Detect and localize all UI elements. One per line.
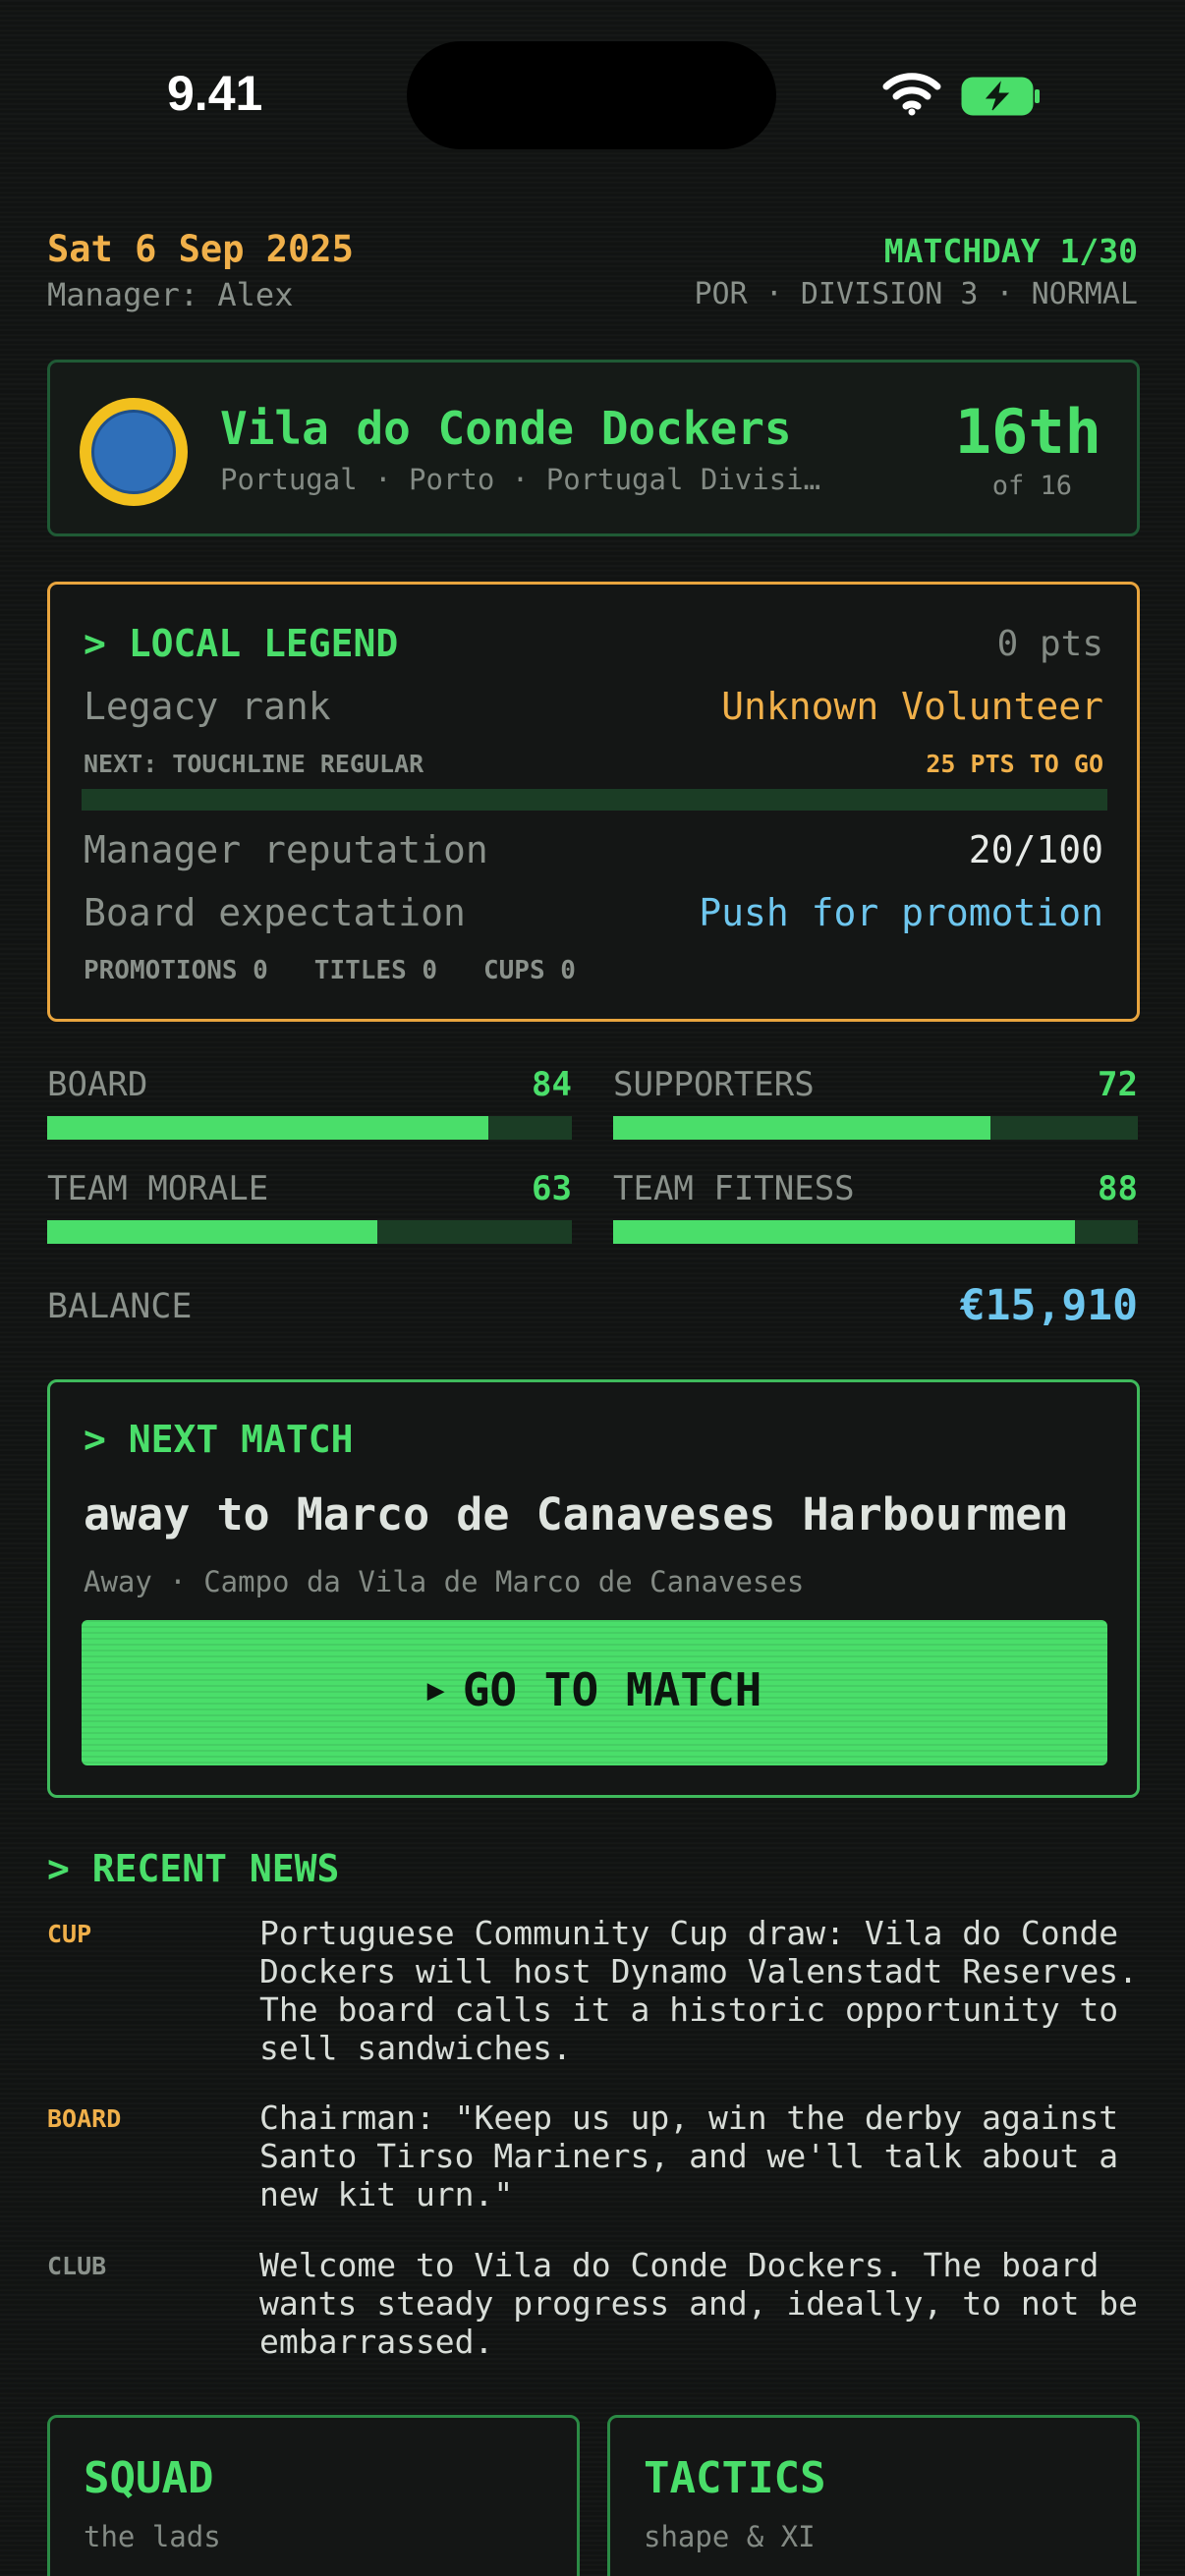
stat-value: 72 [1098,1065,1138,1104]
club-location: Portugal · Porto · Portugal Divisi… [220,463,821,496]
balance-label: BALANCE [47,1287,193,1326]
legend-points: 0 pts [996,624,1103,664]
stat-label: TEAM FITNESS [613,1169,855,1208]
manager-name: Manager: Alex [47,276,294,313]
stat-bar [613,1116,1138,1140]
stat-bar [47,1220,572,1244]
stat-value: 88 [1098,1169,1138,1208]
current-date: Sat 6 Sep 2025 [47,228,354,270]
squad-tile[interactable]: SQUAD the lads [47,2415,580,2576]
battery-charging-icon [961,77,1040,116]
legacy-rank-value: Unknown Volunteer [721,685,1103,728]
next-match-venue: Away · Campo da Vila de Marco de Canaves… [84,1565,805,1598]
squad-subtitle: the lads [84,2520,221,2553]
go-to-match-text: GO TO MATCH [462,1663,762,1716]
points-to-go: 25 PTS TO GO [926,750,1103,778]
next-match-card: > NEXT MATCH away to Marco de Canaveses … [47,1379,1140,1798]
squad-title: SQUAD [84,2453,214,2503]
wifi-icon [882,73,941,116]
dynamic-island [407,41,776,149]
stat-label: SUPPORTERS [613,1065,815,1104]
stat-bar-fill [613,1220,1075,1244]
stat-bar-fill [47,1116,488,1140]
go-to-match-label: ▶ GO TO MATCH [82,1663,1107,1716]
next-match-title: > NEXT MATCH [84,1418,354,1461]
go-to-match-button[interactable]: ▶ GO TO MATCH [82,1620,1107,1765]
stat-bar-fill [47,1220,378,1244]
matchday-indicator: MATCHDAY 1/30 [883,232,1138,270]
stat-bar-fill [613,1116,991,1140]
local-legend-card: > LOCAL LEGEND 0 pts Legacy rank Unknown… [47,582,1140,1022]
stat-value: 63 [532,1169,572,1208]
club-crest [80,398,188,506]
league-info: POR · DIVISION 3 · NORMAL [694,277,1138,311]
reputation-value: 20/100 [968,828,1103,871]
recent-news-title: > RECENT NEWS [47,1847,340,1890]
next-rank-label: NEXT: TOUCHLINE REGULAR [84,750,424,778]
news-text: Chairman: "Keep us up, win the derby aga… [259,2099,1119,2213]
honours-summary: PROMOTIONS 0 TITLES 0 CUPS 0 [84,956,576,985]
legend-title: > LOCAL LEGEND [84,622,399,665]
league-position: 16th [954,396,1101,468]
balance-value: €15,910 [959,1281,1138,1330]
stat-bar [47,1116,572,1140]
news-text: Portuguese Community Cup draw: Vila do C… [259,1914,1139,2067]
next-match-opponent: away to Marco de Canaveses Harbourmen [84,1488,1069,1540]
board-expectation-label: Board expectation [84,891,466,934]
news-text: Welcome to Vila do Conde Dockers. The bo… [259,2246,1139,2361]
legacy-progress-bar [82,789,1107,811]
news-tag: CUP [47,1920,92,1948]
club-crest-inner [91,410,176,494]
reputation-label: Manager reputation [84,828,488,871]
stat-bar [613,1220,1138,1244]
status-time: 9.41 [167,66,263,121]
stat-label: BOARD [47,1065,148,1104]
stat-label: TEAM MORALE [47,1169,269,1208]
stat-value: 84 [532,1065,572,1104]
news-tag: CLUB [47,2252,107,2280]
news-tag: BOARD [47,2104,122,2133]
play-icon: ▶ [426,1673,445,1708]
tactics-subtitle: shape & XI [644,2520,816,2553]
tactics-title: TACTICS [644,2453,826,2503]
league-size: of 16 [991,471,1072,501]
legacy-rank-label: Legacy rank [84,685,331,728]
tactics-tile[interactable]: TACTICS shape & XI [607,2415,1140,2576]
club-name: Vila do Conde Dockers [220,402,792,455]
club-card[interactable]: Vila do Conde Dockers Portugal · Porto ·… [47,360,1140,536]
board-expectation-value: Push for promotion [699,891,1103,934]
